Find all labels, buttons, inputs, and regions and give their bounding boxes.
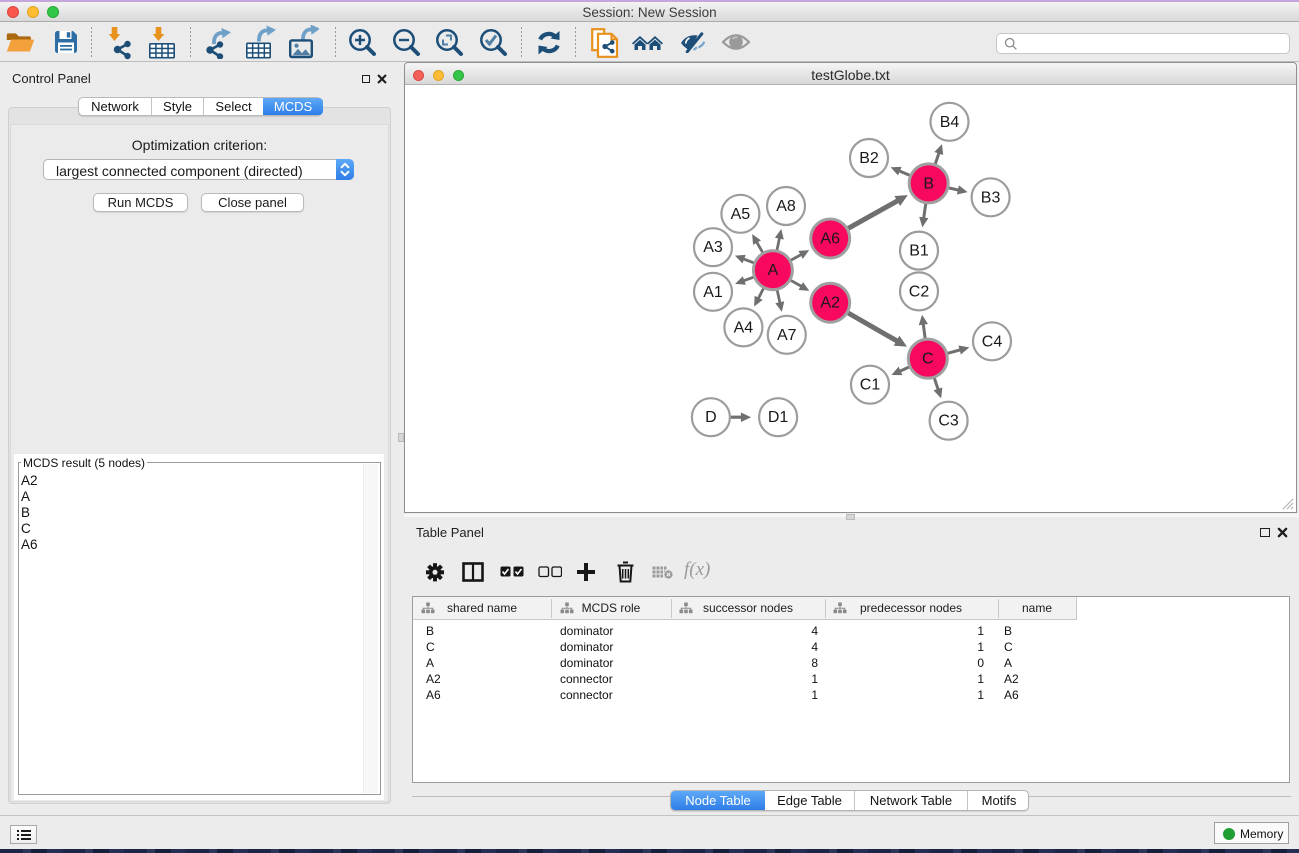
svg-text:A4: A4 <box>734 319 754 336</box>
svg-text:A6: A6 <box>820 231 840 248</box>
svg-text:A5: A5 <box>731 206 751 223</box>
svg-text:A8: A8 <box>776 198 796 215</box>
svg-text:C3: C3 <box>938 413 959 430</box>
svg-text:B3: B3 <box>981 189 1001 206</box>
svg-text:A3: A3 <box>703 239 723 256</box>
svg-text:A7: A7 <box>777 327 797 344</box>
svg-text:C4: C4 <box>982 333 1003 350</box>
svg-text:A1: A1 <box>703 284 723 301</box>
svg-text:B: B <box>923 175 934 192</box>
svg-text:B1: B1 <box>909 243 929 260</box>
svg-text:C1: C1 <box>860 377 881 394</box>
svg-text:A: A <box>768 262 779 279</box>
svg-text:B4: B4 <box>940 114 960 131</box>
svg-text:C2: C2 <box>909 283 930 300</box>
svg-text:A2: A2 <box>820 295 840 312</box>
svg-text:D: D <box>705 409 717 426</box>
svg-text:D1: D1 <box>768 409 789 426</box>
svg-text:C: C <box>922 351 934 368</box>
svg-text:B2: B2 <box>859 150 879 167</box>
